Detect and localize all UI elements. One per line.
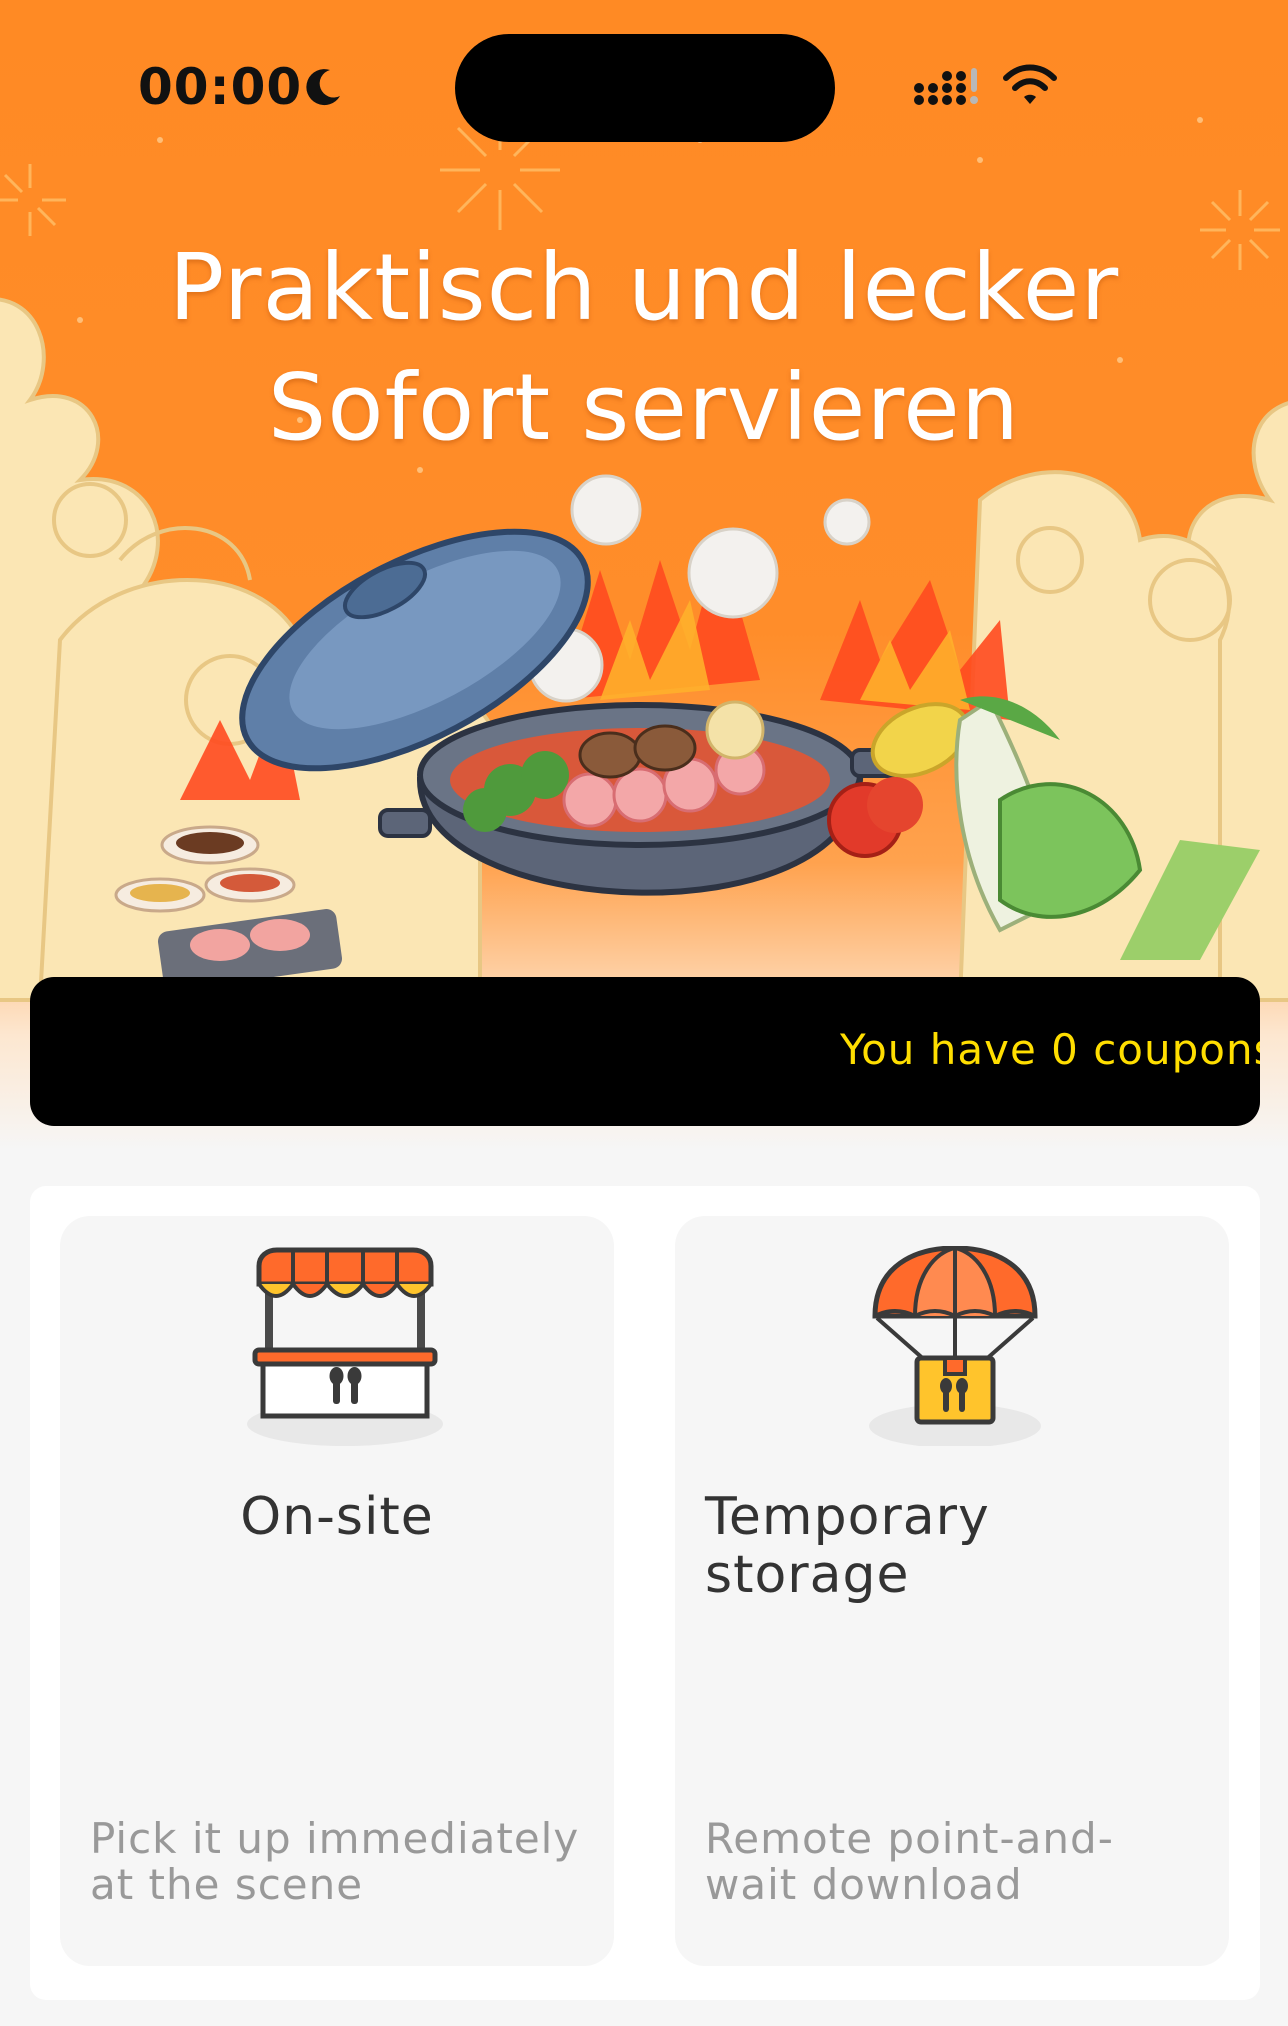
hero-headline: Praktisch und lecker Sofort servieren [0, 228, 1288, 468]
coupon-count-text[interactable]: You have 0 coupons [840, 1025, 1260, 1074]
dynamic-island [455, 34, 835, 142]
parachute-package-icon [869, 1246, 1041, 1446]
temporary-storage-description: Remote point-and-wait download [705, 1814, 1114, 1909]
status-time: 00:00 [138, 58, 303, 116]
moon-icon [306, 69, 340, 106]
service-options-panel: On-site Pick it up immediately at the sc… [30, 1186, 1260, 2000]
headline-line-1: Praktisch und lecker [168, 234, 1120, 341]
status-bar: 00:00 [0, 0, 1288, 180]
headline-line-2: Sofort servieren [267, 354, 1021, 461]
app-screen: 00:00 Praktisch und lecker Sofort servie… [0, 0, 1288, 2026]
temporary-storage-option-card[interactable]: Temporary storage Remote point-and-wait … [675, 1216, 1229, 1966]
on-site-title: On-site [240, 1487, 434, 1547]
temporary-storage-title: Temporary storage [705, 1487, 990, 1605]
market-stall-icon [247, 1247, 443, 1446]
on-site-option-card[interactable]: On-site Pick it up immediately at the sc… [60, 1216, 614, 1966]
wifi-icon [1003, 64, 1057, 104]
coupon-bar[interactable]: You have 0 coupons [30, 977, 1260, 1126]
signal-icon [914, 68, 978, 105]
on-site-description: Pick it up immediately at the scene [90, 1814, 580, 1909]
